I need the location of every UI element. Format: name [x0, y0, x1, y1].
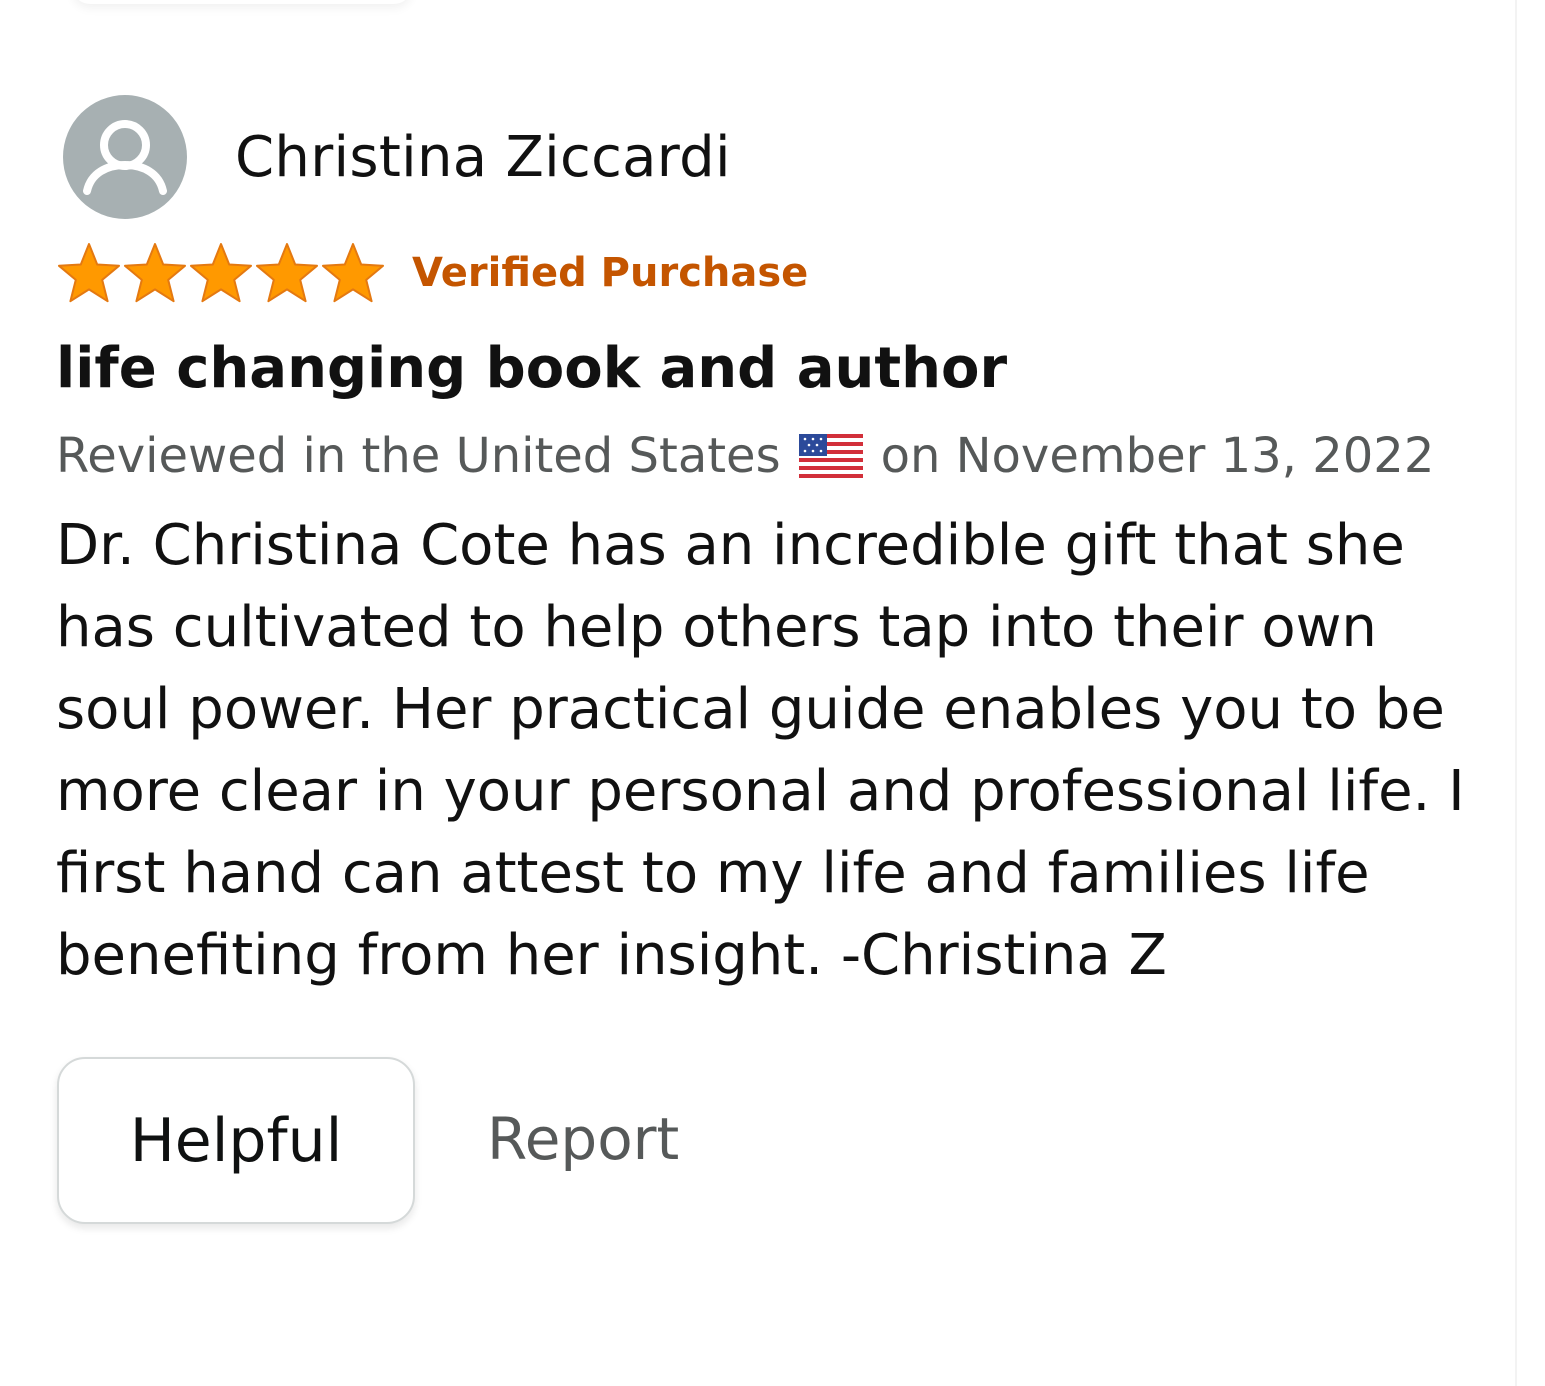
right-edge-divider — [1515, 0, 1517, 1386]
report-link[interactable]: Report — [487, 1105, 679, 1173]
review-location: Reviewed in the United States — [56, 428, 781, 484]
review-body: Dr. Christina Cote has an incredible gif… — [56, 513, 1465, 988]
rating-row: Verified Purchase — [56, 240, 808, 306]
star-icon — [58, 243, 120, 303]
user-silhouette-icon — [63, 95, 187, 219]
star-rating[interactable] — [56, 241, 386, 305]
star-icon — [124, 243, 186, 303]
reviewer-profile[interactable]: Christina Ziccardi — [63, 95, 731, 219]
review-date: on November 13, 2022 — [880, 428, 1435, 484]
reviewer-name[interactable]: Christina Ziccardi — [235, 125, 731, 190]
star-icon — [322, 243, 384, 303]
star-icon — [190, 243, 252, 303]
star-icon — [256, 243, 318, 303]
us-flag-icon — [798, 434, 863, 478]
helpful-button[interactable]: Helpful — [57, 1057, 415, 1224]
verified-purchase-badge: Verified Purchase — [412, 250, 809, 296]
previous-card-edge — [72, 0, 412, 4]
review-title[interactable]: life changing book and author — [56, 336, 1007, 401]
review-meta: Reviewed in the United States on Novembe… — [56, 428, 1434, 484]
